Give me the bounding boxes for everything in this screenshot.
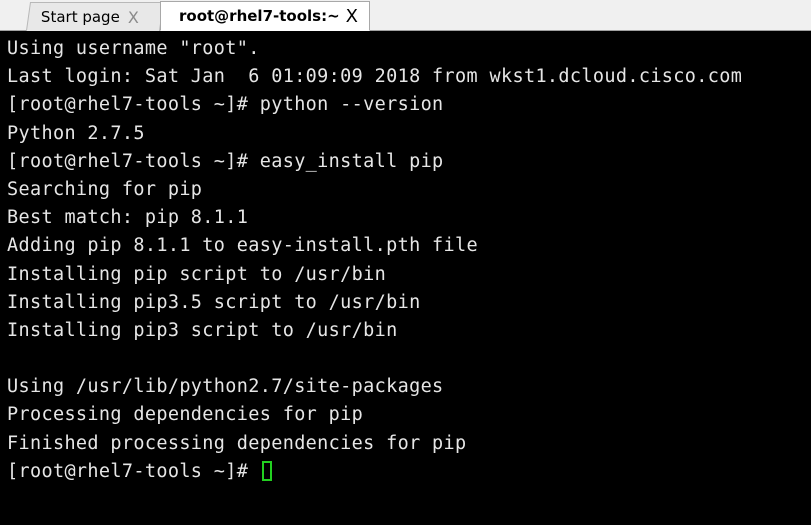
tab-ssh-session[interactable]: root@rhel7-tools:~ X [160, 1, 370, 31]
terminal-line: Last login: Sat Jan 6 01:09:09 2018 from… [7, 66, 743, 88]
terminal-line: Using /usr/lib/python2.7/site-packages [7, 376, 444, 398]
terminal-line: [root@rhel7-tools ~]# easy_install pip [7, 150, 444, 172]
terminal-line: Installing pip3 script to /usr/bin [7, 319, 398, 341]
tab-start-page-label: Start page [40, 8, 120, 26]
terminal-prompt-line[interactable]: [root@rhel7-tools ~]# [7, 458, 811, 486]
tab-bar: Start page X root@rhel7-tools:~ X [0, 0, 811, 31]
terminal-line: Adding pip 8.1.1 to easy-install.pth fil… [7, 235, 479, 257]
ssh-client-window: Start page X root@rhel7-tools:~ X Using … [0, 0, 811, 525]
terminal-line: Processing dependencies for pip [7, 404, 364, 426]
close-icon[interactable]: X [128, 8, 139, 27]
close-icon[interactable]: X [346, 6, 358, 27]
terminal-line: Finished processing dependencies for pip [7, 432, 467, 454]
terminal-line: Searching for pip [7, 178, 203, 200]
terminal-line: Installing pip script to /usr/bin [7, 263, 387, 285]
terminal-output[interactable]: Using username "root". Last login: Sat J… [0, 31, 811, 525]
shell-prompt: [root@rhel7-tools ~]# [7, 460, 260, 482]
terminal-line: Python 2.7.5 [7, 122, 145, 144]
terminal-line: Best match: pip 8.1.1 [7, 207, 249, 229]
terminal-line: Installing pip3.5 script to /usr/bin [7, 291, 421, 313]
tab-start-page[interactable]: Start page X [25, 2, 165, 31]
tab-ssh-session-label: root@rhel7-tools:~ [179, 7, 340, 25]
terminal-line: Using username "root". [7, 38, 260, 59]
terminal-line: [root@rhel7-tools ~]# python --version [7, 94, 444, 116]
terminal-cursor [261, 460, 272, 481]
